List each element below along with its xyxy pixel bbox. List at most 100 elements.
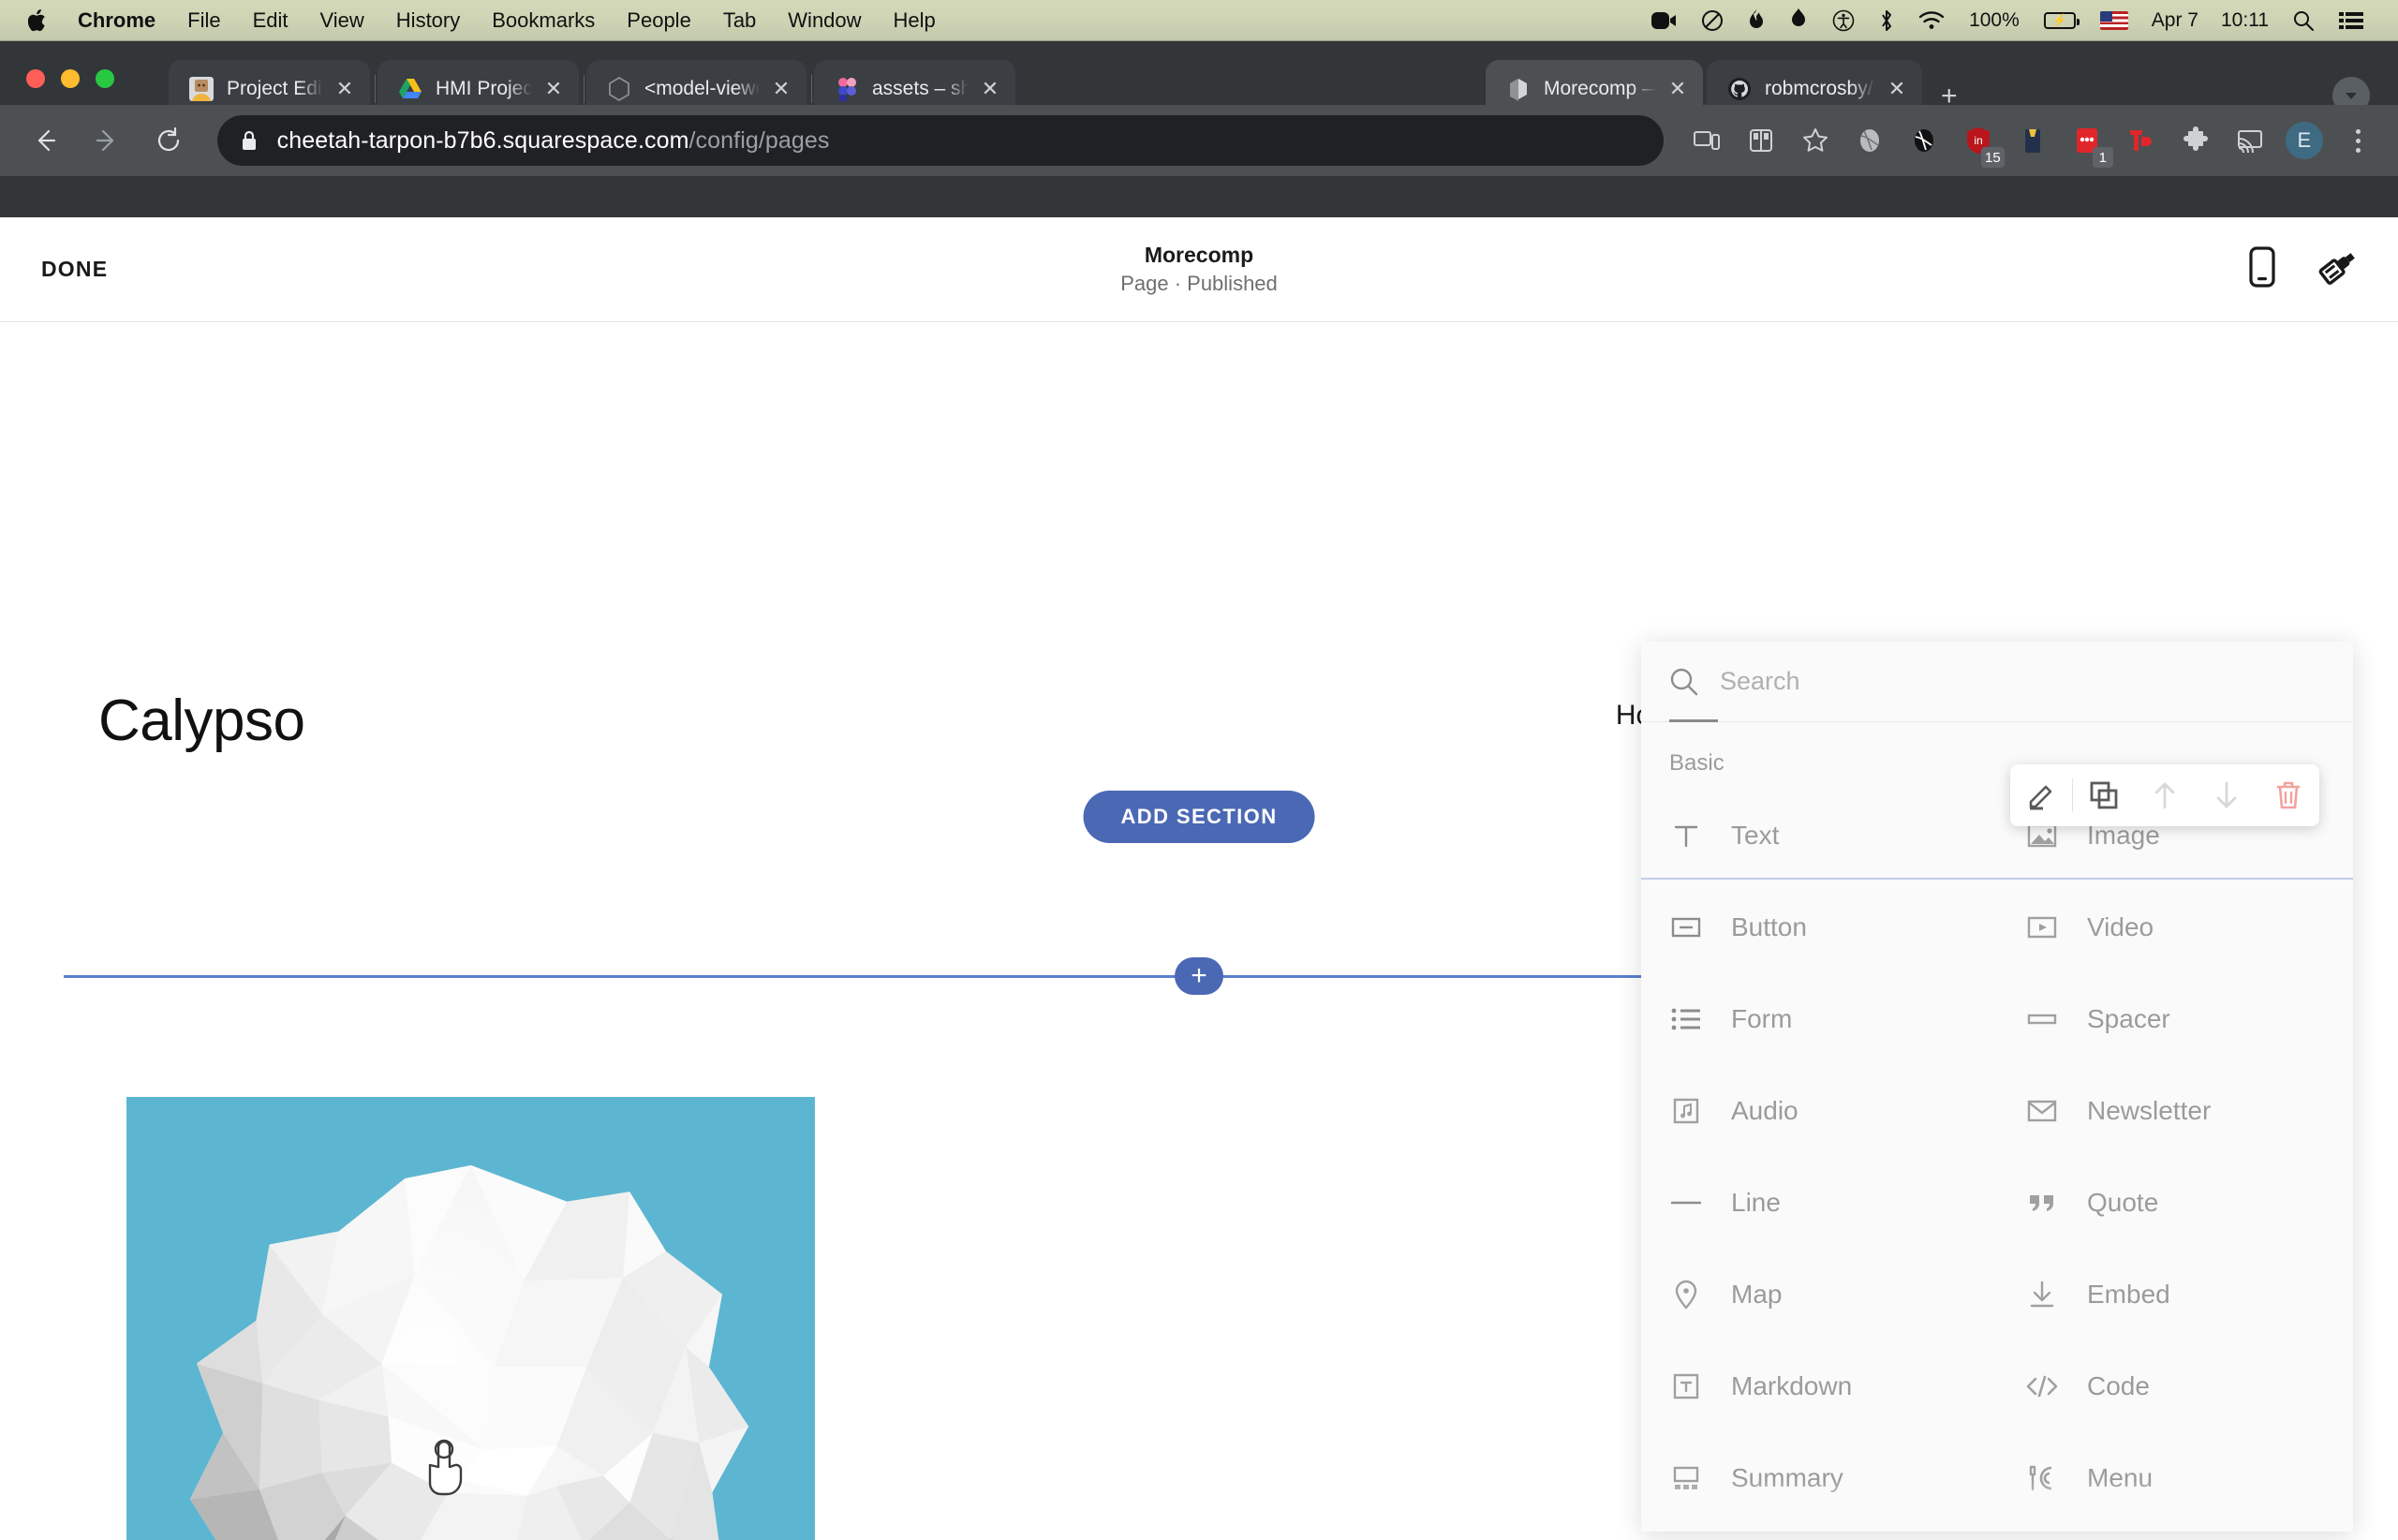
block-item-map[interactable]: Map	[1641, 1249, 1997, 1340]
menu-edit[interactable]: Edit	[237, 0, 304, 41]
text-icon	[1669, 822, 1703, 850]
url-text: cheetah-tarpon-b7b6.squarespace.com/conf…	[277, 127, 830, 155]
edit-pencil-icon[interactable]	[2010, 764, 2072, 826]
site-logo[interactable]: Calypso	[98, 688, 305, 754]
menu-bar-clock[interactable]: 10:11	[2210, 9, 2280, 32]
maximize-window-button[interactable]	[96, 69, 114, 88]
menu-view[interactable]: View	[304, 0, 380, 41]
control-center-icon[interactable]	[2327, 0, 2376, 41]
move-up-icon[interactable]	[2135, 764, 2197, 826]
block-label: Button	[1731, 912, 1807, 942]
duplicate-icon[interactable]	[2073, 764, 2135, 826]
menu-people[interactable]: People	[611, 0, 707, 41]
dropbox-icon[interactable]	[1777, 0, 1820, 41]
spotlight-search-icon[interactable]	[2280, 0, 2327, 41]
add-section-button[interactable]: ADD SECTION	[1084, 791, 1315, 843]
apps-grid-icon[interactable]	[1739, 117, 1784, 164]
block-item-summary[interactable]: Summary	[1641, 1432, 1997, 1524]
block-label: Embed	[2087, 1280, 2170, 1310]
us-flag-icon[interactable]	[2088, 0, 2140, 41]
menu-chrome[interactable]: Chrome	[62, 0, 171, 41]
flame-icon[interactable]	[1736, 0, 1777, 41]
close-tab-button[interactable]: ✕	[1885, 79, 1909, 99]
close-tab-button[interactable]: ✕	[333, 79, 357, 99]
close-tab-button[interactable]: ✕	[978, 79, 1002, 99]
battery-percent-label: 100%	[1957, 0, 2032, 41]
extension-gray-icon[interactable]	[1847, 117, 1892, 164]
block-item-newsletter[interactable]: Newsletter	[1997, 1065, 2353, 1157]
image-block[interactable]	[126, 1097, 815, 1540]
block-item-menu[interactable]: Menu	[1997, 1432, 2353, 1524]
video-camera-icon[interactable]	[1638, 0, 1689, 41]
block-item-quote[interactable]: Quote	[1997, 1157, 2353, 1249]
menu-history[interactable]: History	[380, 0, 476, 41]
block-item-text[interactable]: Text	[1641, 790, 1997, 881]
spacer-icon	[2025, 1012, 2059, 1027]
shield-extension-icon[interactable]: in 15	[1956, 117, 2001, 164]
block-item-line[interactable]: Line	[1641, 1157, 1997, 1249]
block-item-spacer[interactable]: Spacer	[1997, 973, 2353, 1065]
block-label: Text	[1731, 821, 1779, 851]
close-tab-button[interactable]: ✕	[769, 79, 793, 99]
accessibility-icon[interactable]	[1820, 0, 1867, 41]
tab-label: Project Editor - Instr	[227, 78, 323, 100]
block-item-video[interactable]: Video	[1997, 881, 2353, 973]
editor-header-actions	[2248, 246, 2361, 292]
profile-avatar[interactable]: E	[2282, 117, 2327, 164]
menu-tab[interactable]: Tab	[707, 0, 772, 41]
quote-icon	[2025, 1192, 2059, 1214]
bluetooth-icon[interactable]	[1867, 0, 1906, 41]
block-item-embed[interactable]: Embed	[1997, 1249, 2353, 1340]
apple-logo-icon[interactable]	[24, 8, 62, 33]
move-down-icon[interactable]	[2196, 764, 2257, 826]
cast-device-icon[interactable]	[1684, 117, 1729, 164]
block-item-form[interactable]: Form	[1641, 973, 1997, 1065]
close-tab-button[interactable]: ✕	[541, 79, 566, 99]
block-label: Audio	[1731, 1096, 1798, 1126]
page-status: Page · Published	[0, 270, 2398, 298]
forward-arrow-icon[interactable]	[82, 115, 131, 166]
do-not-disturb-icon[interactable]	[1689, 0, 1736, 41]
puzzle-extensions-icon[interactable]	[2173, 117, 2218, 164]
close-window-button[interactable]	[26, 69, 45, 88]
red-extension-icon[interactable]: 1	[2065, 117, 2109, 164]
block-item-markdown[interactable]: Markdown	[1641, 1340, 1997, 1432]
markdown-icon	[1669, 1373, 1703, 1399]
block-item-social-links[interactable]: Social Links	[1997, 1524, 2353, 1532]
paintbrush-icon[interactable]	[2317, 247, 2361, 291]
menu-file[interactable]: File	[171, 0, 236, 41]
block-item-button[interactable]: Button	[1641, 881, 1997, 973]
block-item-audio[interactable]: Audio	[1641, 1065, 1997, 1157]
block-label: Newsletter	[2087, 1096, 2211, 1126]
typography-extension-icon[interactable]	[2119, 117, 2164, 164]
search-input[interactable]	[1720, 667, 2301, 696]
address-bar[interactable]: cheetah-tarpon-b7b6.squarespace.com/conf…	[217, 115, 1664, 166]
cast-icon[interactable]	[2228, 117, 2272, 164]
highlighter-extension-icon[interactable]	[2010, 117, 2055, 164]
bookmark-star-icon[interactable]	[1793, 117, 1838, 164]
kebab-menu-icon[interactable]	[2336, 117, 2381, 164]
block-label: Menu	[2087, 1463, 2153, 1493]
delete-trash-icon[interactable]	[2257, 764, 2319, 826]
video-icon	[2025, 916, 2059, 939]
mobile-preview-icon[interactable]	[2248, 246, 2276, 292]
close-tab-button[interactable]: ✕	[1665, 79, 1690, 99]
reload-icon[interactable]	[144, 115, 193, 166]
block-item-calendar[interactable]: Calendar	[1641, 1524, 1997, 1532]
minimize-window-button[interactable]	[61, 69, 80, 88]
window-controls[interactable]	[26, 69, 114, 88]
menu-help[interactable]: Help	[878, 0, 952, 41]
insert-section-plus-button[interactable]: +	[1175, 957, 1223, 995]
menu-bookmarks[interactable]: Bookmarks	[476, 0, 611, 41]
wifi-icon[interactable]	[1906, 0, 1957, 41]
block-item-code[interactable]: Code	[1997, 1340, 2353, 1432]
menu-window[interactable]: Window	[772, 0, 877, 41]
extension-black-icon[interactable]	[1902, 117, 1947, 164]
battery-icon[interactable]: ⚡	[2032, 0, 2088, 41]
image-icon	[2025, 822, 2059, 849]
block-label: Line	[1731, 1188, 1781, 1218]
restaurant-menu-icon	[2025, 1465, 2059, 1491]
block-search-row[interactable]	[1641, 642, 2353, 722]
back-arrow-icon[interactable]	[21, 115, 69, 166]
menu-bar-date[interactable]: Apr 7	[2140, 9, 2210, 32]
